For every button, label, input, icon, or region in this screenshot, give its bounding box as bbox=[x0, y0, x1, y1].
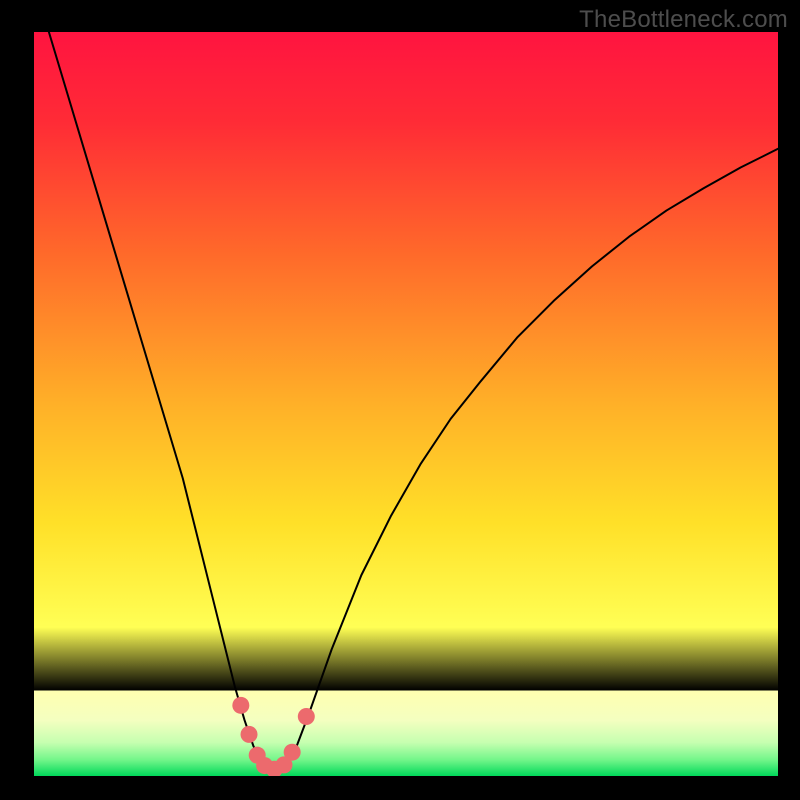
watermark-text: TheBottleneck.com bbox=[579, 6, 788, 34]
curve-marker bbox=[284, 744, 301, 761]
curve-marker bbox=[298, 708, 315, 725]
chart-frame: TheBottleneck.com bbox=[0, 0, 800, 800]
curve-marker bbox=[241, 726, 258, 743]
heatmap-background bbox=[34, 32, 778, 776]
curve-marker bbox=[232, 697, 249, 714]
bottleneck-plot bbox=[34, 32, 778, 776]
